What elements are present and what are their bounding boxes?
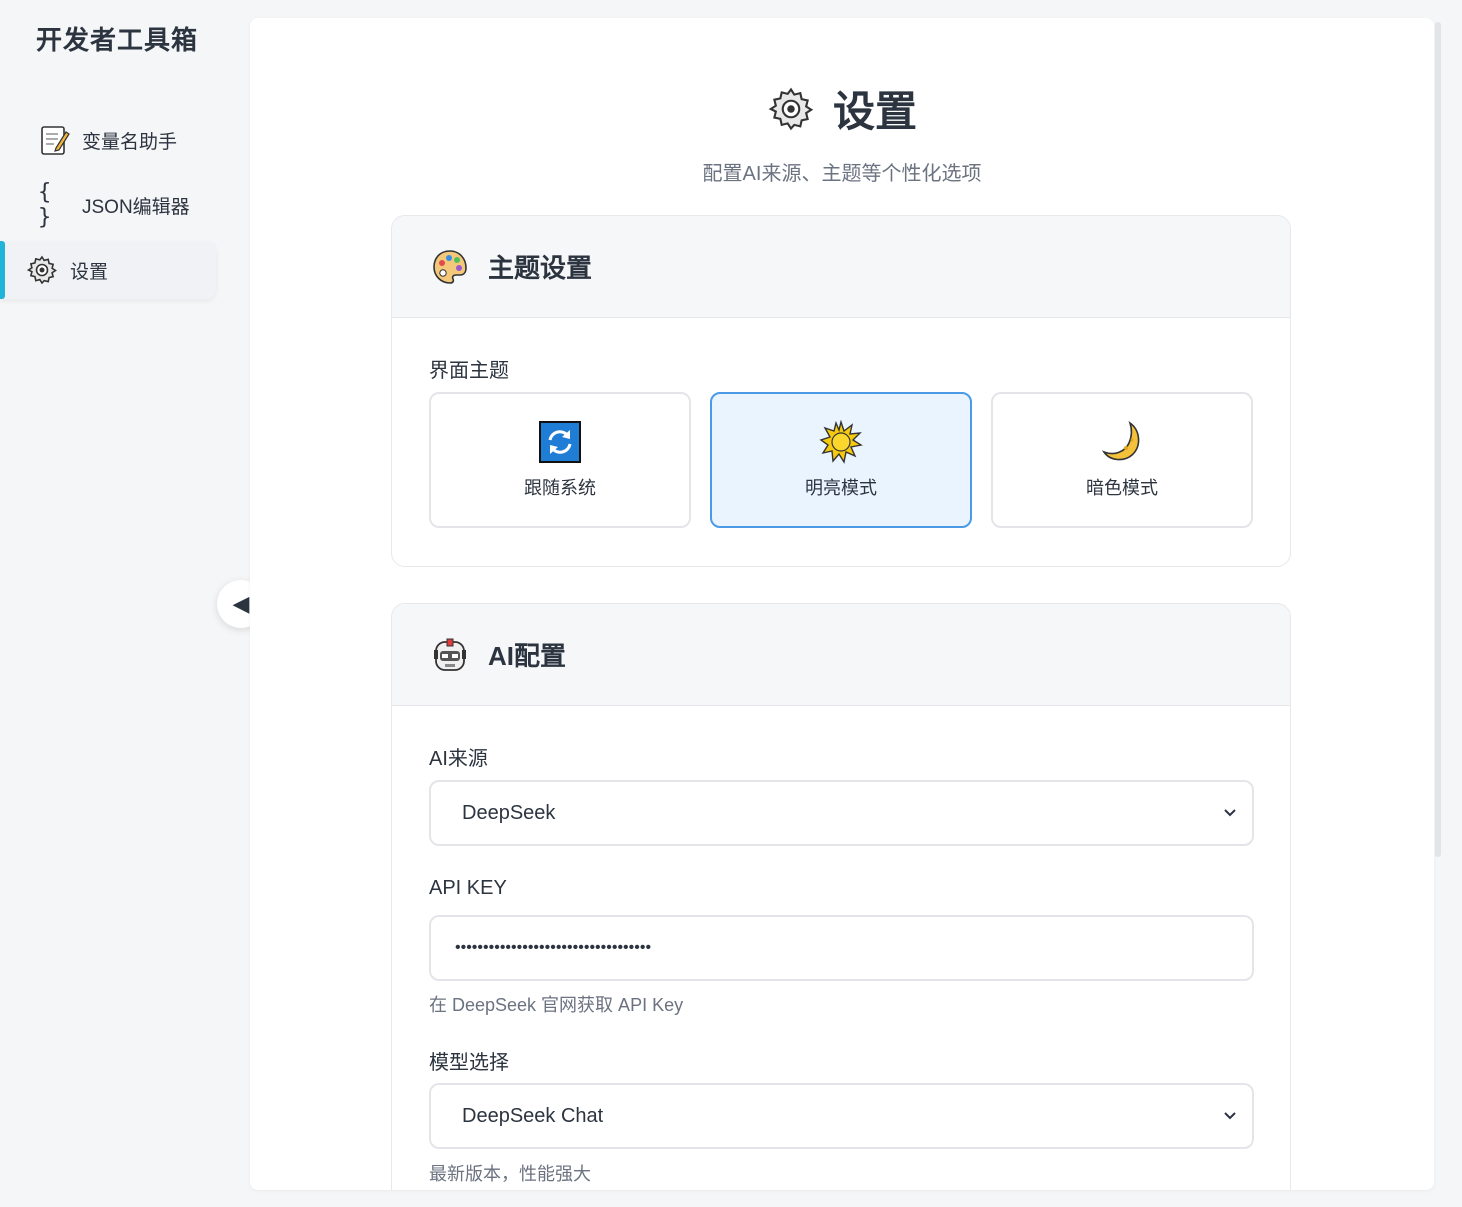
model-select[interactable]: DeepSeek Chat (429, 1083, 1254, 1149)
app-title: 开发者工具箱 (36, 25, 199, 55)
sidebar-item-label: 设置 (70, 261, 109, 283)
theme-option-dark[interactable]: 暗色模式 (991, 392, 1253, 528)
sun-icon (819, 420, 863, 464)
ai-source-value: DeepSeek (462, 801, 556, 824)
sidebar-item-settings[interactable]: 设置 (0, 241, 216, 299)
theme-option-light[interactable]: 明亮模式 (710, 392, 972, 528)
theme-field-label: 界面主题 (429, 360, 509, 382)
gear-icon (767, 85, 815, 133)
api-key-value: ••••••••••••••••••••••••••••••••••• (455, 939, 652, 956)
sidebar-item-variable-helper[interactable]: 变量名助手 (0, 111, 216, 169)
page-title-text: 设置 (832, 88, 917, 135)
card-title: 主题设置 (488, 253, 593, 283)
chevron-down-icon (1222, 804, 1238, 827)
ai-config-card: AI配置 AI来源 DeepSeek API KEY •••••••••••••… (391, 603, 1291, 1190)
robot-icon (430, 635, 470, 675)
ai-source-select[interactable]: DeepSeek (429, 780, 1254, 846)
model-value: DeepSeek Chat (462, 1104, 604, 1127)
card-title: AI配置 (488, 641, 567, 671)
card-header: 主题设置 (392, 216, 1290, 318)
api-key-input[interactable]: ••••••••••••••••••••••••••••••••••• (429, 915, 1254, 981)
model-label: 模型选择 (429, 1052, 509, 1074)
theme-settings-card: 主题设置 界面主题 跟随系统 明亮模式 暗色模式 (391, 215, 1291, 567)
sidebar: 开发者工具箱 变量名助手 { } JSON编辑器 设置 (0, 0, 232, 1207)
moon-icon (1100, 420, 1144, 464)
scrollbar[interactable] (1435, 22, 1441, 857)
theme-option-label: 暗色模式 (1086, 478, 1158, 498)
sidebar-item-label: JSON编辑器 (82, 196, 190, 218)
chevron-down-icon (1222, 1107, 1238, 1130)
ai-source-label: AI来源 (429, 748, 488, 770)
page-header: 设置 配置AI来源、主题等个性化选项 (250, 78, 1434, 186)
model-hint: 最新版本，性能强大 (429, 1164, 591, 1184)
gear-icon (26, 254, 58, 286)
theme-option-label: 明亮模式 (805, 478, 877, 498)
page-subtitle: 配置AI来源、主题等个性化选项 (702, 163, 982, 185)
sidebar-item-label: 变量名助手 (82, 131, 178, 153)
api-key-hint: 在 DeepSeek 官网获取 API Key (429, 995, 684, 1015)
theme-option-system[interactable]: 跟随系统 (429, 392, 691, 528)
braces-icon: { } (38, 180, 52, 230)
sync-icon (538, 420, 582, 464)
memo-icon (38, 124, 70, 156)
api-key-label: API KEY (429, 877, 507, 899)
theme-option-label: 跟随系统 (524, 478, 596, 498)
palette-icon (430, 247, 470, 287)
main-panel: 设置 配置AI来源、主题等个性化选项 主题设置 界面主题 跟随系统 明亮模式 暗… (250, 18, 1434, 1190)
card-header: AI配置 (392, 604, 1290, 706)
sidebar-item-json-editor[interactable]: { } JSON编辑器 (0, 176, 216, 234)
page-title: 设置 (767, 78, 917, 139)
